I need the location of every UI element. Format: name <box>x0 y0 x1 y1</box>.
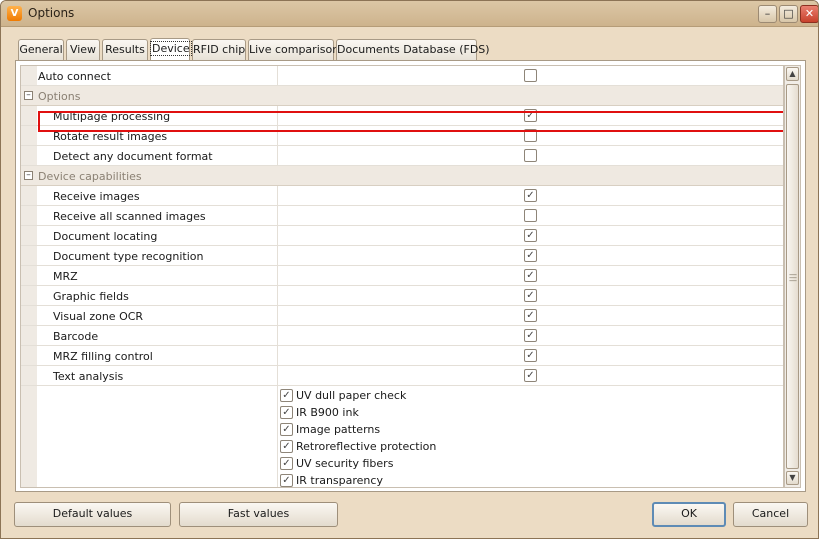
app-v-icon: V <box>7 6 22 21</box>
property-label: MRZ filling control <box>53 350 153 363</box>
property-row-text-analysis[interactable]: Text analysis ✓ <box>21 366 783 386</box>
property-label: Document locating <box>53 230 158 243</box>
title-bar: V Options – □ ✕ <box>1 1 818 27</box>
multipage-processing-checkbox[interactable]: ✓ <box>524 109 537 122</box>
tab-rfid-chip[interactable]: RFID chip <box>192 39 246 61</box>
ok-button[interactable]: OK <box>652 502 726 527</box>
options-window: V Options – □ ✕ General View Results Dev… <box>0 0 819 539</box>
collapse-icon[interactable]: – <box>24 91 33 100</box>
property-row-visual-zone-ocr[interactable]: Visual zone OCR ✓ <box>21 306 783 326</box>
property-row-rotate-result-images[interactable]: Rotate result images <box>21 126 783 146</box>
barcode-checkbox[interactable]: ✓ <box>524 329 537 342</box>
property-row-receive-images[interactable]: Receive images ✓ <box>21 186 783 206</box>
category-label: Device capabilities <box>38 170 142 183</box>
maximize-button[interactable]: □ <box>779 5 798 23</box>
property-grid: Auto connect – Options Multipage process… <box>20 65 784 488</box>
category-device-capabilities[interactable]: – Device capabilities <box>21 166 783 186</box>
property-label: MRZ <box>53 270 78 283</box>
authenticity-check-list: ✓ UV dull paper check ✓ IR B900 ink ✓ Im… <box>21 386 783 487</box>
property-label: Text analysis <box>53 370 124 383</box>
property-row-document-locating[interactable]: Document locating ✓ <box>21 226 783 246</box>
close-button[interactable]: ✕ <box>800 5 818 23</box>
mrz-filling-control-checkbox[interactable]: ✓ <box>524 349 537 362</box>
text-analysis-checkbox[interactable]: ✓ <box>524 369 537 382</box>
uv-dull-paper-checkbox[interactable]: ✓ <box>280 389 293 402</box>
uv-security-fibers-checkbox[interactable]: ✓ <box>280 457 293 470</box>
category-label: Options <box>38 90 81 103</box>
rotate-result-images-checkbox[interactable] <box>524 129 537 142</box>
graphic-fields-checkbox[interactable]: ✓ <box>524 289 537 302</box>
property-row-mrz-filling-control[interactable]: MRZ filling control ✓ <box>21 346 783 366</box>
visual-zone-ocr-checkbox[interactable]: ✓ <box>524 309 537 322</box>
check-label: UV dull paper check <box>296 389 407 402</box>
property-row-barcode[interactable]: Barcode ✓ <box>21 326 783 346</box>
fast-values-button[interactable]: Fast values <box>179 502 338 527</box>
property-label: Visual zone OCR <box>53 310 144 323</box>
property-label: Multipage processing <box>53 110 171 123</box>
ir-transparency-checkbox[interactable]: ✓ <box>280 474 293 487</box>
property-row-detect-any-document-format[interactable]: Detect any document format <box>21 146 783 166</box>
property-label: Receive all scanned images <box>53 210 206 223</box>
check-label: Image patterns <box>296 423 381 436</box>
minimize-button[interactable]: – <box>758 5 777 23</box>
collapse-icon[interactable]: – <box>24 171 33 180</box>
receive-all-scanned-images-checkbox[interactable] <box>524 209 537 222</box>
property-label: Auto connect <box>38 70 111 83</box>
scroll-down-icon[interactable]: ▼ <box>786 471 799 485</box>
check-label: IR B900 ink <box>296 406 359 419</box>
image-patterns-checkbox[interactable]: ✓ <box>280 423 293 436</box>
property-row-multipage-processing[interactable]: Multipage processing ✓ <box>21 106 783 126</box>
grip-icon: — — — <box>789 270 797 285</box>
scroll-thumb[interactable]: — — — <box>786 84 799 469</box>
tab-general[interactable]: General <box>18 39 64 61</box>
property-label: Graphic fields <box>53 290 129 303</box>
retroreflective-protection-checkbox[interactable]: ✓ <box>280 440 293 453</box>
property-row-graphic-fields[interactable]: Graphic fields ✓ <box>21 286 783 306</box>
property-row-receive-all-scanned-images[interactable]: Receive all scanned images <box>21 206 783 226</box>
property-label: Barcode <box>53 330 99 343</box>
mrz-checkbox[interactable]: ✓ <box>524 269 537 282</box>
device-tab-panel: Auto connect – Options Multipage process… <box>15 60 806 492</box>
property-row-auto-connect[interactable]: Auto connect <box>21 66 783 86</box>
property-row-document-type-recognition[interactable]: Document type recognition ✓ <box>21 246 783 266</box>
document-type-recognition-checkbox[interactable]: ✓ <box>524 249 537 262</box>
cancel-button[interactable]: Cancel <box>733 502 808 527</box>
tab-documents-database[interactable]: Documents Database (FDS) <box>336 39 490 61</box>
category-options[interactable]: – Options <box>21 86 783 106</box>
detect-any-document-format-checkbox[interactable] <box>524 149 537 162</box>
check-label: UV security fibers <box>296 457 394 470</box>
ir-b900-ink-checkbox[interactable]: ✓ <box>280 406 293 419</box>
document-locating-checkbox[interactable]: ✓ <box>524 229 537 242</box>
receive-images-checkbox[interactable]: ✓ <box>524 189 537 202</box>
window-title: Options <box>28 6 75 20</box>
property-label: Receive images <box>53 190 140 203</box>
vertical-scrollbar[interactable]: ▲ — — — ▼ <box>784 65 801 488</box>
default-values-button[interactable]: Default values <box>14 502 171 527</box>
tab-view[interactable]: View <box>66 39 100 61</box>
tab-live-comparison[interactable]: Live comparison <box>248 39 339 61</box>
property-label: Detect any document format <box>53 150 213 163</box>
property-label: Rotate result images <box>53 130 168 143</box>
tab-device[interactable]: Device <box>150 38 192 61</box>
tab-results[interactable]: Results <box>102 39 148 61</box>
auto-connect-checkbox[interactable] <box>524 69 537 82</box>
check-label: Retroreflective protection <box>296 440 437 453</box>
check-label: IR transparency <box>296 474 383 487</box>
scroll-up-icon[interactable]: ▲ <box>786 67 799 81</box>
property-row-mrz[interactable]: MRZ ✓ <box>21 266 783 286</box>
property-label: Document type recognition <box>53 250 204 263</box>
